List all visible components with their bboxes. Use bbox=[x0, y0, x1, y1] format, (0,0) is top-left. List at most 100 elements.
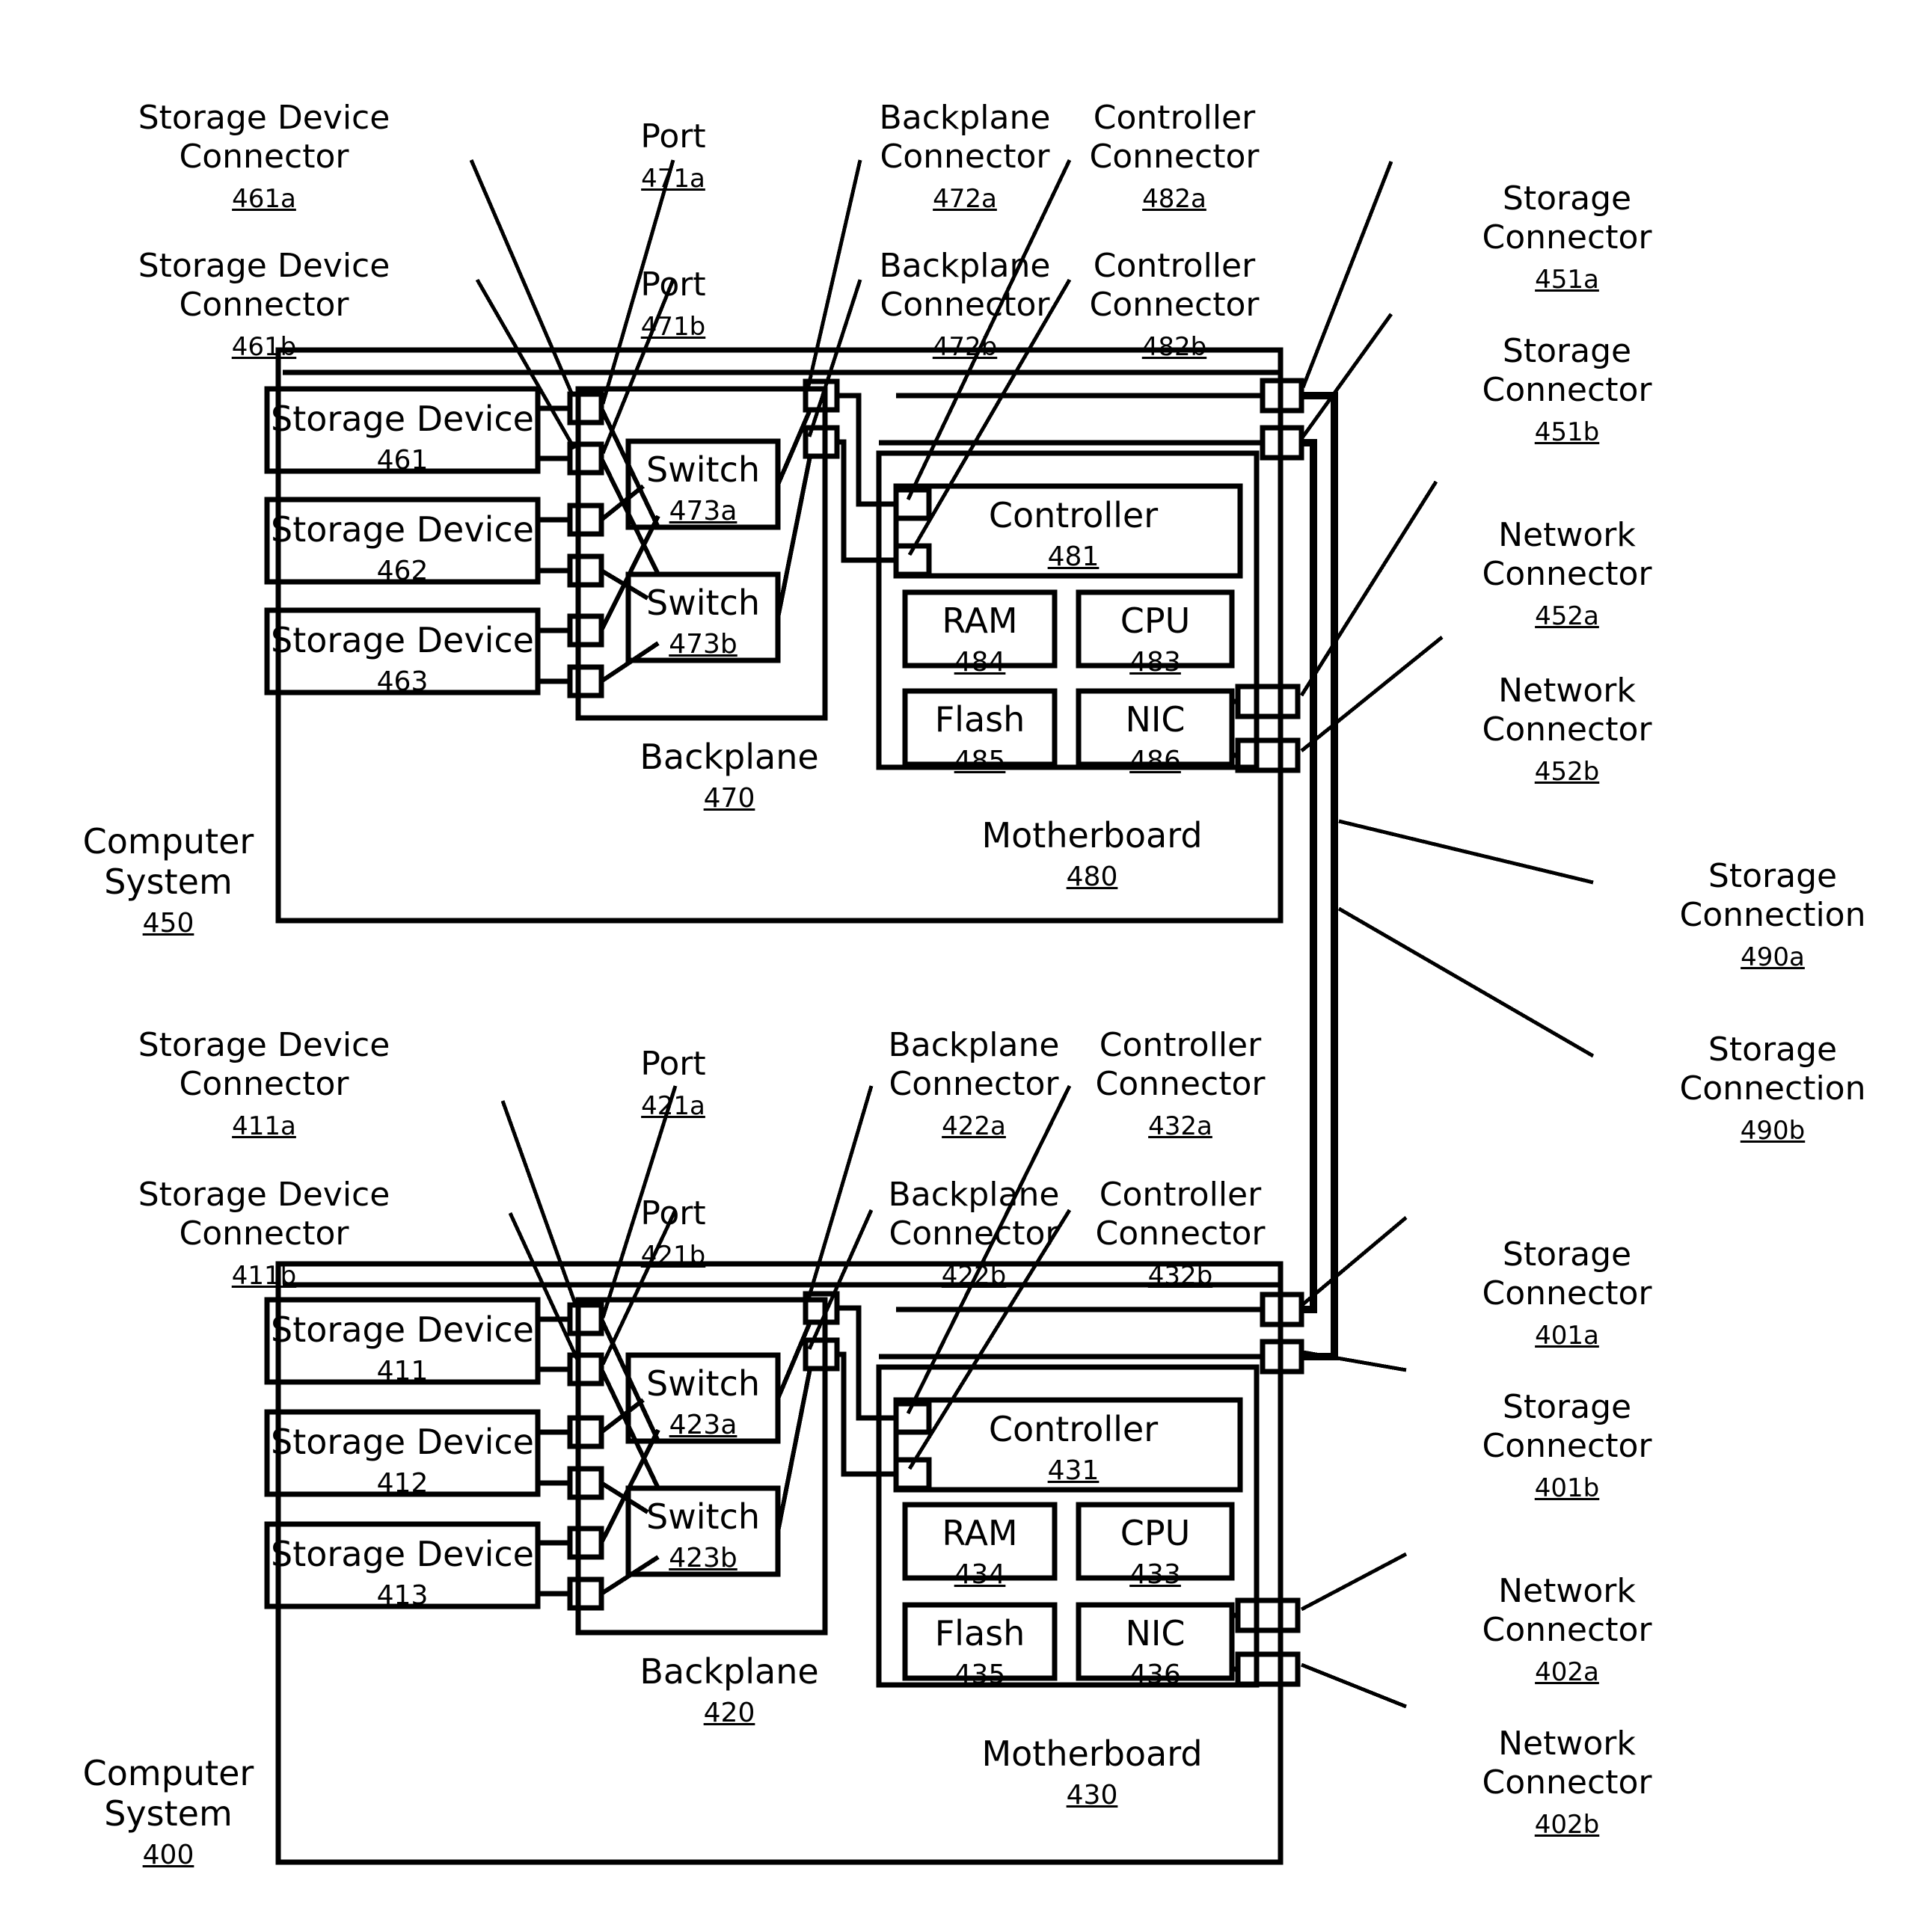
callout-number: 482b bbox=[1141, 332, 1207, 362]
chip-label: CPU bbox=[1120, 601, 1191, 641]
backplane-number: 470 bbox=[703, 783, 755, 814]
ram-434: RAM 434 bbox=[905, 1513, 1055, 1595]
storage-device-number: 461 bbox=[376, 445, 429, 476]
switch-number: 423a bbox=[669, 1410, 737, 1440]
callout-number: 472b bbox=[932, 332, 998, 362]
callout-label: Controller Connector bbox=[1095, 1026, 1266, 1103]
callout-controller-connector-432b: Controller Connector 432b bbox=[1068, 1137, 1292, 1334]
chip-number: 434 bbox=[954, 1559, 1006, 1590]
switch-number: 473a bbox=[669, 496, 737, 526]
leader-451b bbox=[1301, 313, 1393, 438]
storage-device-number: 463 bbox=[376, 666, 429, 697]
callout-label: Controller Connector bbox=[1095, 1176, 1266, 1253]
callout-number: 401b bbox=[1534, 1473, 1600, 1503]
backplane-420: Backplane 420 bbox=[621, 1651, 838, 1734]
switch-label: Switch bbox=[645, 583, 761, 623]
callout-storage-connector-401b: Storage Connector 401b bbox=[1447, 1349, 1687, 1547]
callout-storage-connector-451b: Storage Connector 451b bbox=[1447, 293, 1687, 491]
storage-device-462: Storage Device 462 bbox=[267, 509, 538, 592]
chip-label: CPU bbox=[1120, 1513, 1191, 1553]
switch-number: 423b bbox=[669, 1543, 737, 1573]
callout-number: 451b bbox=[1534, 417, 1600, 447]
callout-number: 422b bbox=[941, 1261, 1007, 1291]
leader-452b bbox=[1300, 636, 1444, 752]
backplane-label: Backplane bbox=[640, 1651, 819, 1692]
chip-label: NIC bbox=[1125, 699, 1186, 740]
callout-label: Storage Connection bbox=[1679, 857, 1866, 934]
storage-device-connector-412b bbox=[567, 1466, 604, 1500]
storage-device-461: Storage Device 461 bbox=[267, 399, 538, 481]
callout-backplane-connector-472b: Backplane Connector 472b bbox=[853, 208, 1077, 405]
chip-number: 435 bbox=[954, 1659, 1006, 1690]
leader-402b bbox=[1301, 1662, 1407, 1709]
callout-port-421b: Port 421b bbox=[591, 1155, 755, 1314]
motherboard-label: Motherboard bbox=[981, 1734, 1203, 1774]
switch-423b: Switch 423b bbox=[628, 1496, 778, 1579]
network-connector-402a bbox=[1235, 1597, 1301, 1633]
callout-label: Port bbox=[640, 1194, 706, 1232]
storage-device-connector-461a bbox=[567, 391, 604, 426]
controller-number: 431 bbox=[1047, 1455, 1100, 1486]
network-connector-452a bbox=[1235, 684, 1301, 719]
callout-label: Backplane Connector bbox=[879, 99, 1051, 176]
controller-label: Controller bbox=[988, 495, 1159, 535]
callout-label: Storage Device Connector bbox=[138, 99, 390, 176]
motherboard-number: 480 bbox=[1066, 862, 1118, 892]
storage-device-connector-462a bbox=[567, 503, 604, 537]
callout-number: 432b bbox=[1147, 1261, 1213, 1291]
callout-label: Storage Device Connector bbox=[138, 1026, 390, 1103]
storage-device-number: 413 bbox=[376, 1580, 429, 1611]
flash-435: Flash 435 bbox=[905, 1613, 1055, 1695]
callout-controller-connector-482b: Controller Connector 482b bbox=[1062, 208, 1287, 405]
callout-number: 490a bbox=[1741, 942, 1805, 972]
chip-label: RAM bbox=[942, 601, 1018, 641]
callout-label: Controller Connector bbox=[1089, 99, 1260, 176]
callout-label: Storage Connector bbox=[1482, 1388, 1652, 1465]
controller-431: Controller 431 bbox=[935, 1409, 1212, 1491]
callout-number: 461b bbox=[231, 332, 297, 362]
motherboard-number: 430 bbox=[1066, 1780, 1118, 1811]
storage-device-connector-413a bbox=[567, 1526, 604, 1560]
callout-backplane-connector-422b: Backplane Connector 422b bbox=[862, 1137, 1086, 1334]
switch-473a: Switch 473a bbox=[628, 449, 778, 532]
backplane-label: Backplane bbox=[640, 737, 819, 777]
computer-system-400: Computer System 400 bbox=[52, 1713, 284, 1916]
storage-device-463: Storage Device 463 bbox=[267, 620, 538, 702]
storage-device-connector-412a bbox=[567, 1415, 604, 1449]
leader-401b bbox=[1302, 1350, 1407, 1372]
storage-device-label: Storage Device bbox=[271, 399, 534, 439]
storage-device-number: 462 bbox=[376, 556, 429, 586]
nic-486: NIC 486 bbox=[1079, 699, 1232, 782]
leader-402a bbox=[1300, 1552, 1408, 1612]
chip-number: 436 bbox=[1129, 1659, 1181, 1690]
callout-label: Network Connector bbox=[1482, 1572, 1652, 1649]
callout-label: Storage Connection bbox=[1679, 1031, 1866, 1108]
callout-label: Port bbox=[640, 265, 706, 304]
callout-label: Controller Connector bbox=[1089, 247, 1260, 324]
switch-label: Switch bbox=[645, 449, 761, 490]
storage-device-connector-413b bbox=[567, 1576, 604, 1611]
callout-number: 421a bbox=[641, 1091, 705, 1121]
patent-figure: Storage Device Connector 461a Storage De… bbox=[0, 0, 1932, 1916]
storage-device-connector-463b bbox=[567, 664, 604, 698]
callout-label: Storage Connector bbox=[1482, 1235, 1652, 1312]
storage-device-411: Storage Device 411 bbox=[267, 1309, 538, 1392]
motherboard-480: Motherboard 480 bbox=[965, 815, 1219, 897]
chip-number: 485 bbox=[954, 746, 1006, 776]
storage-device-label: Storage Device bbox=[271, 1534, 534, 1574]
ram-484: RAM 484 bbox=[905, 601, 1055, 683]
callout-label: Network Connector bbox=[1482, 672, 1652, 749]
callout-label: Network Connector bbox=[1482, 1725, 1652, 1802]
link-423b-422b bbox=[776, 1368, 812, 1532]
chip-number: 483 bbox=[1129, 647, 1181, 678]
cpu-483: CPU 483 bbox=[1079, 601, 1232, 683]
callout-label: Backplane Connector bbox=[888, 1026, 1060, 1103]
motherboard-430: Motherboard 430 bbox=[965, 1734, 1219, 1816]
callout-label: Backplane Connector bbox=[888, 1176, 1060, 1253]
storage-device-label: Storage Device bbox=[271, 1309, 534, 1350]
callout-label: Backplane Connector bbox=[879, 247, 1051, 324]
chip-label: Flash bbox=[934, 699, 1025, 740]
callout-network-connector-452b: Network Connector 452b bbox=[1447, 633, 1687, 830]
callout-number: 471b bbox=[640, 312, 706, 342]
callout-label: Port bbox=[640, 1045, 706, 1083]
